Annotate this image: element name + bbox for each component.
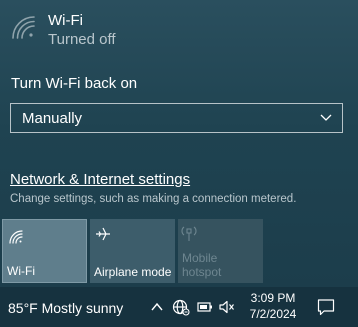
wifi-status-row: Wi-Fi Turned off [10, 12, 116, 50]
turn-on-dropdown[interactable]: Manually [10, 103, 343, 133]
hotspot-icon [181, 226, 197, 241]
taskbar: 85°F Mostly sunny 3:09 PM 7/2/2024 [0, 287, 358, 327]
settings-description: Change settings, such as making a connec… [10, 193, 297, 205]
dropdown-value: Manually [22, 109, 83, 127]
globe-network-icon[interactable] [172, 298, 190, 316]
clock-time: 3:09 PM [250, 291, 296, 305]
weather-widget[interactable]: 85°F Mostly sunny [8, 300, 123, 316]
wifi-icon [9, 230, 23, 244]
turn-on-label: Turn Wi-Fi back on [11, 75, 138, 92]
mobile-hotspot-tile[interactable]: Mobile hotspot [178, 219, 263, 283]
network-settings-link[interactable]: Network & Internet settings [10, 171, 190, 188]
wifi-signal-icon [12, 16, 35, 39]
taskbar-clock[interactable]: 3:09 PM 7/2/2024 [248, 290, 298, 322]
hotspot-tile-label: Mobile hotspot [182, 251, 222, 279]
chevron-up-icon[interactable] [150, 300, 164, 314]
battery-icon[interactable] [197, 301, 213, 313]
wifi-title: Wi-Fi [48, 12, 83, 29]
airplane-icon [96, 227, 110, 241]
airplane-tile-label: Airplane mode [94, 265, 172, 279]
notification-icon[interactable] [317, 298, 335, 316]
wifi-tile[interactable]: Wi-Fi [2, 219, 87, 283]
wifi-tile-label: Wi-Fi [7, 264, 35, 278]
chevron-down-icon [320, 114, 332, 121]
wifi-status: Turned off [48, 31, 116, 48]
clock-date: 7/2/2024 [249, 307, 297, 321]
volume-muted-icon[interactable] [218, 300, 236, 314]
network-flyout: Wi-Fi Turned off Turn Wi-Fi back on Manu… [0, 0, 358, 287]
airplane-mode-tile[interactable]: Airplane mode [90, 219, 175, 283]
